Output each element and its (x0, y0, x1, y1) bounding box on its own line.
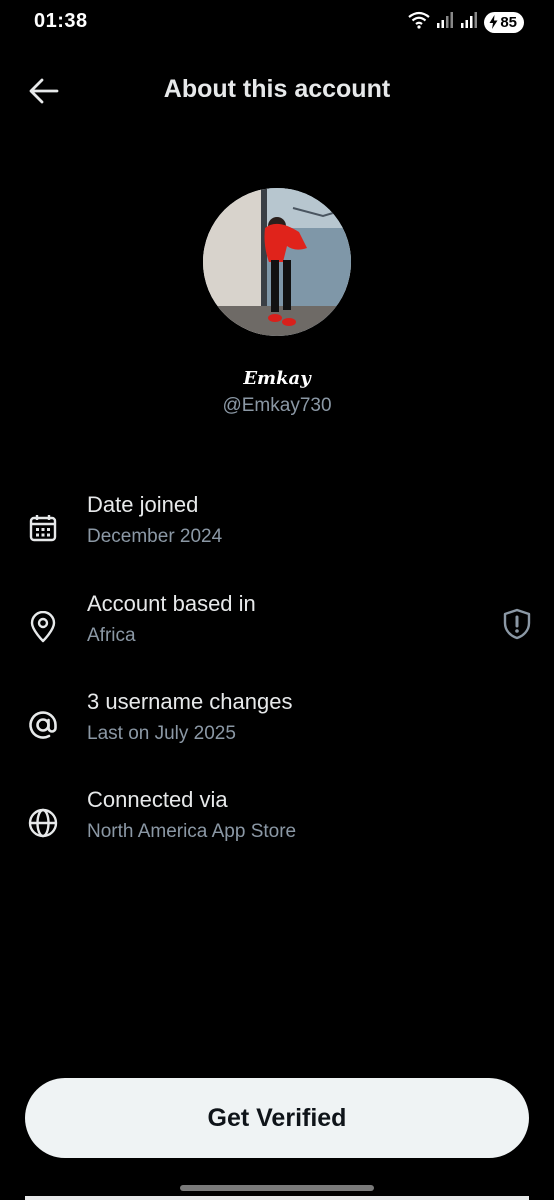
info-subtitle: North America App Store (87, 821, 297, 842)
info-title: 3 username changes (87, 689, 293, 714)
signal-icon-2 (460, 11, 478, 33)
home-indicator[interactable] (180, 1185, 374, 1191)
header: About this account (0, 60, 554, 120)
status-time: 01:38 (34, 10, 88, 32)
wifi-icon (408, 11, 430, 34)
get-verified-button[interactable]: Get Verified (25, 1078, 529, 1158)
info-connected-via: Connected via North America App Store (0, 787, 554, 857)
display-name: Emkay (243, 368, 311, 389)
profile-avatar[interactable] (203, 188, 351, 336)
info-title: Date joined (87, 492, 199, 517)
info-title: Connected via (87, 787, 228, 812)
page-title: About this account (163, 75, 391, 103)
username-handle: @Emkay730 (222, 395, 332, 416)
calendar-icon (25, 510, 61, 546)
status-bar: 01:38 85 (0, 0, 554, 44)
location-pin-icon (25, 609, 61, 645)
info-username-changes: 3 username changes Last on July 2025 (0, 689, 554, 759)
info-subtitle: Last on July 2025 (87, 723, 236, 744)
status-icons: 85 (408, 11, 524, 33)
info-account-based-in: Account based in Africa (0, 591, 554, 661)
info-subtitle: Africa (87, 625, 136, 646)
battery-level: 85 (500, 13, 517, 31)
at-sign-icon (25, 707, 61, 743)
info-date-joined: Date joined December 2024 (0, 492, 554, 562)
battery-indicator: 85 (484, 11, 524, 33)
info-title: Account based in (87, 591, 256, 616)
signal-icon (436, 11, 454, 33)
bottom-divider (25, 1196, 529, 1200)
info-subtitle: December 2024 (87, 526, 223, 547)
globe-icon (25, 805, 61, 841)
shield-alert-icon[interactable] (500, 607, 534, 641)
charging-bolt-icon (489, 15, 498, 29)
